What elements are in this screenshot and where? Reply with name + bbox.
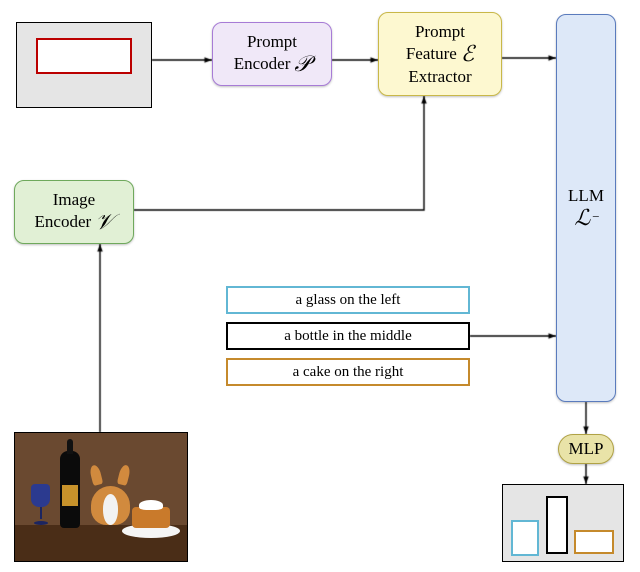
feature-extractor-line1: Prompt xyxy=(415,22,465,42)
image-encoder-line1: Image xyxy=(53,190,95,210)
image-encoder-block: Image Encoder 𝒱 xyxy=(14,180,134,244)
output-box-2 xyxy=(546,496,568,554)
text-query-2: a bottle in the middle xyxy=(226,322,470,350)
text-query-3: a cake on the right xyxy=(226,358,470,386)
image-encoder-symbol: 𝒱 xyxy=(95,209,113,234)
llm-symbol: ℒ xyxy=(574,205,590,230)
region-prompt-box xyxy=(36,38,132,74)
feature-extractor-line2: Feature xyxy=(406,44,457,64)
prompt-encoder-symbol: 𝒫 xyxy=(294,51,310,76)
prompt-encoder-line1: Prompt xyxy=(247,32,297,52)
dog-icon xyxy=(91,469,131,525)
output-box-3 xyxy=(574,530,614,554)
bottle-icon xyxy=(60,451,81,528)
feature-extractor-symbol: ℰ xyxy=(461,41,474,66)
prompt-encoder-block: Prompt Encoder 𝒫 xyxy=(212,22,332,86)
input-image xyxy=(14,432,188,562)
text-query-1: a glass on the left xyxy=(226,286,470,314)
feature-extractor-block: Prompt Feature ℰ Extractor xyxy=(378,12,502,96)
image-encoder-line2: Encoder xyxy=(35,212,92,232)
llm-label: LLM xyxy=(568,186,604,206)
output-box-1 xyxy=(511,520,539,556)
llm-block: LLM ℒ− xyxy=(556,14,616,402)
feature-extractor-line3: Extractor xyxy=(408,67,471,87)
cake-icon xyxy=(132,507,170,527)
glass-icon xyxy=(29,484,53,525)
llm-superscript: − xyxy=(592,210,599,225)
mlp-block: MLP xyxy=(558,434,614,464)
mlp-label: MLP xyxy=(569,439,604,459)
prompt-encoder-line2: Encoder xyxy=(234,54,291,74)
